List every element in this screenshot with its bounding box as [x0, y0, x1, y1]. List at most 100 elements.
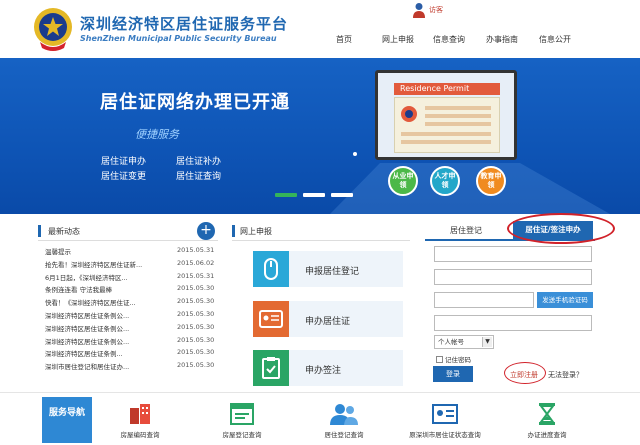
- news-item-text: 抢先看！深圳经济特区居住证新...: [45, 260, 143, 269]
- service-navigation-bar: 服务导航 房屋编码查询 房屋登记查询 居住登记查询 原深圳市居住证状态查询 办证…: [0, 392, 640, 445]
- list-item[interactable]: 温馨提示 2015.05.31: [45, 246, 220, 259]
- service-register-residence[interactable]: 申报居住登记: [253, 251, 403, 287]
- list-item[interactable]: 深圳经济特区居住证条例公... 2015.05.30: [45, 310, 220, 323]
- banner-link-query[interactable]: 居住证查询: [176, 169, 221, 182]
- bottom-item-label: 居住登记查询: [324, 431, 364, 439]
- service-nav-label: 服务导航: [42, 397, 92, 443]
- site-subtitle: ShenZhen Municipal Public Security Burea…: [80, 34, 277, 43]
- carousel-dots: [275, 193, 353, 197]
- news-item-text: 深圳经济特区居住证条例...: [45, 350, 123, 359]
- banner-subtitle: 便捷服务: [135, 128, 179, 141]
- carousel-dot-2[interactable]: [303, 193, 325, 197]
- login-button[interactable]: 登录: [433, 366, 473, 382]
- list-item[interactable]: 深圳经济特区居住证条例... 2015.05.30: [45, 348, 220, 361]
- nav-info-public[interactable]: 信息公开: [539, 34, 571, 45]
- register-link[interactable]: 立即注册: [510, 370, 538, 380]
- bottom-item-label: 办证进度查询: [527, 431, 567, 439]
- banner-title: 居住证网络办理已开通: [100, 92, 290, 113]
- nav-info-query[interactable]: 信息查询: [433, 34, 465, 45]
- bottom-item-label: 原深圳市居住证状态查询: [409, 431, 481, 439]
- news-item-date: 2015.05.30: [177, 361, 215, 370]
- badge-employment[interactable]: 从业申领: [388, 166, 418, 196]
- remember-label: 记住密码: [445, 356, 471, 364]
- clipboard-check-icon: [253, 350, 289, 386]
- news-list: 温馨提示 2015.05.31 抢先看！深圳经济特区居住证新... 2015.06.…: [45, 246, 220, 374]
- remember-checkbox[interactable]: [436, 355, 443, 363]
- badge-education-label: 教育申领: [480, 172, 502, 189]
- permit-card: [394, 97, 500, 153]
- news-accent: [38, 225, 41, 237]
- news-item-text: 深圳经济特区居住证条例公...: [45, 337, 130, 346]
- list-item[interactable]: 快看！《深圳经济特区居住证... 2015.05.30: [45, 297, 220, 310]
- account-type-value: 个人帐号: [438, 338, 464, 346]
- list-item[interactable]: 6月1日起，《深圳经济特区... 2015.05.31: [45, 272, 220, 285]
- list-item[interactable]: 深圳经济特区居住证条例公... 2015.05.30: [45, 323, 220, 336]
- cant-login-link[interactable]: 无法登录？: [548, 370, 583, 380]
- bottom-house-registration-query[interactable]: 房屋登记查询: [202, 401, 282, 439]
- service-label: 申办签注: [305, 366, 342, 376]
- news-item-text: 6月1日起，《深圳经济特区...: [45, 273, 128, 282]
- list-item[interactable]: 深圳市居住登记和居住证办... 2015.05.30: [45, 361, 220, 374]
- news-item-date: 2015.06.02: [177, 258, 215, 267]
- bottom-item-label: 房屋编码查询: [120, 431, 160, 439]
- service-apply-permit[interactable]: 申办居住证: [253, 301, 403, 337]
- highlight-circle: [507, 213, 615, 244]
- banner-link-reissue[interactable]: 居住证补办: [176, 154, 221, 167]
- bottom-residence-registration-query[interactable]: 居住登记查询: [304, 401, 384, 439]
- send-sms-code-button[interactable]: 发送手机验证码: [537, 292, 593, 308]
- building-icon: [100, 401, 180, 427]
- bottom-progress-query[interactable]: 办证进度查询: [507, 401, 587, 439]
- online-accent: [232, 225, 235, 237]
- news-more-button[interactable]: +: [197, 222, 215, 240]
- list-item[interactable]: 条例连连看 守法我最棒 2015.05.30: [45, 284, 220, 297]
- visitor-label: 访客: [429, 6, 443, 14]
- nav-online-apply[interactable]: 网上申报: [382, 34, 414, 45]
- tab-residence-registration[interactable]: 居住登记: [450, 225, 482, 236]
- bottom-house-code-query[interactable]: 房屋编码查询: [100, 401, 180, 439]
- carousel-dot-3[interactable]: [331, 193, 353, 197]
- nav-guide[interactable]: 办事指南: [486, 34, 518, 45]
- banner-link-apply[interactable]: 居住证申办: [101, 154, 146, 167]
- nav-home[interactable]: 首页: [336, 34, 352, 45]
- hero-banner[interactable]: 居住证网络办理已开通 便捷服务 居住证申办 居住证补办 居住证变更 居住证查询 …: [0, 58, 640, 214]
- permit-card-icon: [401, 106, 491, 144]
- service-label: 申报居住登记: [305, 267, 360, 277]
- news-item-date: 2015.05.30: [177, 309, 215, 318]
- news-item-date: 2015.05.30: [177, 297, 215, 306]
- carousel-dot-1[interactable]: [275, 193, 297, 197]
- phone-field[interactable]: [434, 292, 534, 308]
- online-apply-title: 网上申报: [240, 227, 272, 236]
- browser-window-icon: [202, 401, 282, 427]
- badge-talent[interactable]: 人才申领: [430, 166, 460, 196]
- mouse-icon: [253, 251, 289, 287]
- chevron-down-icon: ▼: [482, 337, 492, 347]
- news-title: 最新动态: [48, 227, 80, 236]
- account-type-select[interactable]: 个人帐号 ▼: [434, 335, 494, 349]
- news-item-date: 2015.05.31: [177, 246, 215, 254]
- online-apply-header: 网上申报: [232, 221, 410, 241]
- remember-password[interactable]: 记住密码: [436, 354, 471, 364]
- news-item-text: 快看！《深圳经济特区居住证...: [45, 299, 136, 308]
- visitor-link[interactable]: 访客: [412, 2, 452, 20]
- users-icon: [304, 401, 384, 427]
- username-field[interactable]: [434, 246, 592, 262]
- service-apply-endorsement[interactable]: 申办签注: [253, 350, 403, 386]
- service-label: 申办居住证: [305, 317, 351, 327]
- news-header: 最新动态: [38, 221, 218, 241]
- police-emblem-icon: [34, 8, 72, 51]
- id-card-outline-icon: [405, 401, 485, 427]
- main-nav: 首页 网上申报 信息查询 办事指南 信息公开: [322, 34, 602, 48]
- password-field[interactable]: [434, 269, 592, 285]
- news-item-date: 2015.05.31: [177, 271, 215, 280]
- bottom-permit-status-query[interactable]: 原深圳市居住证状态查询: [405, 401, 485, 439]
- badge-education[interactable]: 教育申领: [476, 166, 506, 196]
- banner-background: [330, 152, 610, 214]
- news-item-text: 深圳经济特区居住证条例公...: [45, 311, 130, 320]
- banner-link-change[interactable]: 居住证变更: [101, 169, 146, 182]
- list-item[interactable]: 深圳经济特区居住证条例公... 2015.05.30: [45, 336, 220, 349]
- news-item-date: 2015.05.30: [177, 348, 215, 357]
- user-icon: [413, 3, 425, 18]
- list-item[interactable]: 抢先看！深圳经济特区居住证新... 2015.06.02: [45, 259, 220, 272]
- sms-code-field[interactable]: [434, 315, 592, 331]
- news-item-text: 深圳经济特区居住证条例公...: [45, 324, 130, 333]
